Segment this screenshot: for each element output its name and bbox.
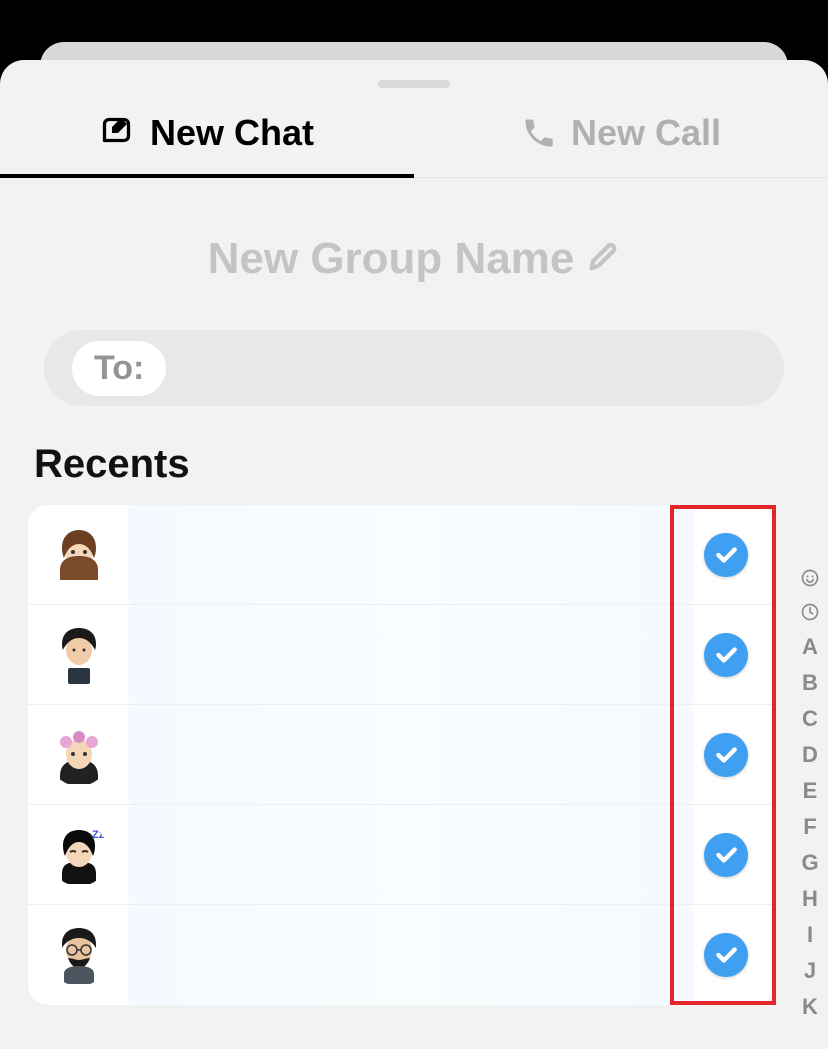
- contact-name-redacted: [128, 505, 694, 604]
- smiley-icon[interactable]: [800, 568, 820, 588]
- list-item[interactable]: [28, 605, 774, 705]
- compose-icon: [100, 115, 136, 151]
- clock-icon[interactable]: [800, 602, 820, 622]
- selected-check[interactable]: [704, 533, 748, 577]
- index-letter[interactable]: H: [802, 888, 818, 910]
- avatar: [48, 724, 110, 786]
- tab-new-call[interactable]: New Call: [414, 88, 828, 177]
- to-label-chip: To:: [72, 341, 166, 396]
- index-letter[interactable]: K: [802, 996, 818, 1018]
- avatar: [48, 924, 110, 986]
- index-letter[interactable]: G: [801, 852, 818, 874]
- contact-name-redacted: [128, 905, 694, 1005]
- avatar: [48, 524, 110, 586]
- index-letter[interactable]: E: [803, 780, 818, 802]
- index-letter[interactable]: D: [802, 744, 818, 766]
- index-letter[interactable]: B: [802, 672, 818, 694]
- tab-call-label: New Call: [571, 112, 721, 154]
- to-label: To:: [94, 349, 144, 387]
- index-letter[interactable]: A: [802, 636, 818, 658]
- selected-check[interactable]: [704, 933, 748, 977]
- selected-check[interactable]: [704, 833, 748, 877]
- recents-header: Recents: [34, 442, 828, 487]
- list-item[interactable]: Zz: [28, 805, 774, 905]
- tab-new-chat[interactable]: New Chat: [0, 88, 414, 177]
- tab-chat-label: New Chat: [150, 112, 314, 154]
- svg-text:Zz: Zz: [92, 829, 105, 841]
- contact-name-redacted: [128, 705, 694, 804]
- contact-name-redacted: [128, 805, 694, 904]
- index-letter[interactable]: F: [803, 816, 816, 838]
- alpha-index[interactable]: A B C D E F G H I J K: [800, 568, 820, 1018]
- selected-check[interactable]: [704, 733, 748, 777]
- phone-icon: [521, 115, 557, 151]
- index-letter[interactable]: C: [802, 708, 818, 730]
- contact-name-redacted: [128, 605, 694, 704]
- avatar: [48, 624, 110, 686]
- to-field[interactable]: To:: [44, 330, 784, 406]
- tab-bar: New Chat New Call: [0, 88, 828, 178]
- list-item[interactable]: [28, 705, 774, 805]
- list-item[interactable]: [28, 505, 774, 605]
- selected-check[interactable]: [704, 633, 748, 677]
- list-item[interactable]: [28, 905, 774, 1005]
- group-name-row[interactable]: New Group Name: [0, 234, 828, 284]
- recents-list: Zz: [28, 505, 774, 1005]
- new-chat-sheet: New Chat New Call New Group Name To: Rec…: [0, 60, 828, 1049]
- recents-list-wrapper: Zz: [28, 505, 774, 1005]
- index-letter[interactable]: J: [804, 960, 816, 982]
- pencil-icon: [586, 240, 620, 279]
- index-letter[interactable]: I: [807, 924, 813, 946]
- group-name-placeholder: New Group Name: [208, 234, 575, 284]
- avatar: Zz: [48, 824, 110, 886]
- sheet-grabber[interactable]: [378, 80, 450, 88]
